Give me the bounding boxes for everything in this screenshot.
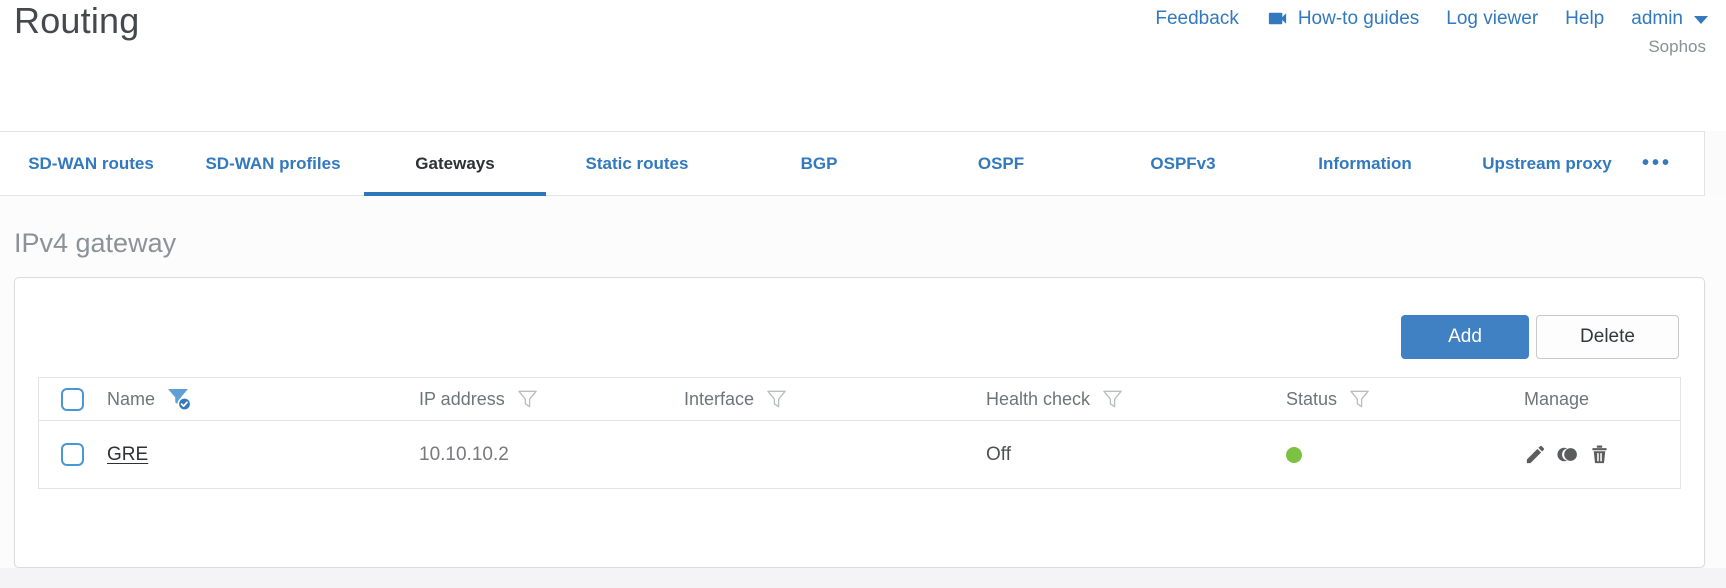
- content-area: IPv4 gateway Add Delete Name IP address …: [0, 196, 1726, 588]
- select-all-checkbox[interactable]: [61, 387, 84, 411]
- table-header-row: Name IP address Interface Health check S…: [39, 378, 1680, 421]
- feedback-label: Feedback: [1155, 7, 1239, 29]
- status-column-label: Status: [1286, 388, 1338, 409]
- tab-static-routes[interactable]: Static routes: [546, 132, 728, 195]
- ip-column-label: IP address: [419, 388, 505, 409]
- ipv4-gateway-panel: Add Delete Name IP address Interface Hea…: [14, 277, 1705, 568]
- row-cell-select: [39, 443, 107, 466]
- tab-ospf[interactable]: OSPF: [910, 132, 1092, 195]
- header-cell-interface: Interface: [684, 388, 986, 411]
- tab-sdwan-profiles[interactable]: SD-WAN profiles: [182, 132, 364, 195]
- admin-menu[interactable]: admin: [1631, 8, 1708, 30]
- more-tabs-button[interactable]: •••: [1638, 132, 1704, 195]
- tabbar-wrap: SD-WAN routes SD-WAN profiles Gateways S…: [0, 131, 1726, 196]
- status-filter-icon[interactable]: [1348, 388, 1371, 411]
- add-button[interactable]: Add: [1401, 315, 1529, 359]
- delete-button[interactable]: Delete: [1536, 315, 1679, 359]
- help-label: Help: [1565, 7, 1605, 29]
- name-filter-active-icon[interactable]: [166, 386, 193, 412]
- header-cell-name: Name: [107, 386, 419, 412]
- name-column-label: Name: [107, 388, 156, 409]
- howto-guides-label: How-to guides: [1297, 7, 1420, 29]
- row-cell-status: [1286, 446, 1524, 463]
- help-link[interactable]: Help: [1565, 8, 1604, 30]
- health-check-filter-icon[interactable]: [1101, 388, 1124, 411]
- row-checkbox[interactable]: [61, 443, 84, 466]
- row-cell-ip: 10.10.10.2: [419, 444, 684, 466]
- interface-filter-icon[interactable]: [765, 388, 788, 411]
- brand-label: Sophos: [1648, 37, 1706, 56]
- row-cell-manage: [1524, 443, 1680, 466]
- header-cell-select: [39, 387, 107, 411]
- edit-icon[interactable]: [1524, 443, 1547, 466]
- tab-sdwan-routes[interactable]: SD-WAN routes: [0, 132, 182, 195]
- log-viewer-link[interactable]: Log viewer: [1446, 8, 1538, 30]
- log-viewer-label: Log viewer: [1446, 7, 1539, 29]
- table-row: GRE 10.10.10.2 Off: [39, 421, 1680, 488]
- gateway-health-check: Off: [986, 443, 1011, 465]
- section-title: IPv4 gateway: [14, 228, 177, 258]
- page-title: Routing: [14, 0, 140, 41]
- tab-bar: SD-WAN routes SD-WAN profiles Gateways S…: [0, 131, 1705, 196]
- top-links: Feedback How-to guides Log viewer Help a…: [1155, 7, 1708, 30]
- manage-column-label: Manage: [1524, 388, 1590, 409]
- header-cell-status: Status: [1286, 388, 1524, 411]
- tab-upstream-proxy[interactable]: Upstream proxy: [1456, 132, 1638, 195]
- tab-gateways[interactable]: Gateways: [364, 132, 546, 196]
- video-camera-icon: [1268, 12, 1286, 25]
- header-cell-ip: IP address: [419, 388, 684, 411]
- manage-icons: [1524, 443, 1611, 466]
- header-cell-health-check: Health check: [986, 388, 1286, 411]
- row-cell-name: GRE: [107, 444, 419, 466]
- top-right-area: Feedback How-to guides Log viewer Help a…: [1155, 7, 1708, 57]
- feedback-link[interactable]: Feedback: [1155, 8, 1238, 30]
- tab-ospfv3[interactable]: OSPFv3: [1092, 132, 1274, 195]
- gateway-name-link[interactable]: GRE: [107, 444, 148, 466]
- header-cell-manage: Manage: [1524, 389, 1680, 410]
- tab-information[interactable]: Information: [1274, 132, 1456, 195]
- howto-guides-link[interactable]: How-to guides: [1266, 7, 1419, 30]
- page-footer-strip: [0, 568, 1726, 588]
- row-cell-health-check: Off: [986, 444, 1286, 466]
- clone-icon[interactable]: [1556, 443, 1579, 466]
- top-header: Routing Feedback How-to guides Log viewe…: [0, 0, 1726, 131]
- trash-icon[interactable]: [1588, 443, 1611, 466]
- interface-column-label: Interface: [684, 388, 755, 409]
- gateways-table: Name IP address Interface Health check S…: [38, 377, 1681, 489]
- status-up-indicator: [1286, 446, 1302, 463]
- table-actions: Add Delete: [1401, 315, 1679, 359]
- health-check-column-label: Health check: [986, 388, 1091, 409]
- ip-filter-icon[interactable]: [516, 388, 539, 411]
- caret-down-icon: [1694, 16, 1708, 24]
- gateway-ip: 10.10.10.2: [419, 443, 509, 465]
- admin-label: admin: [1631, 7, 1683, 29]
- tab-bgp[interactable]: BGP: [728, 132, 910, 195]
